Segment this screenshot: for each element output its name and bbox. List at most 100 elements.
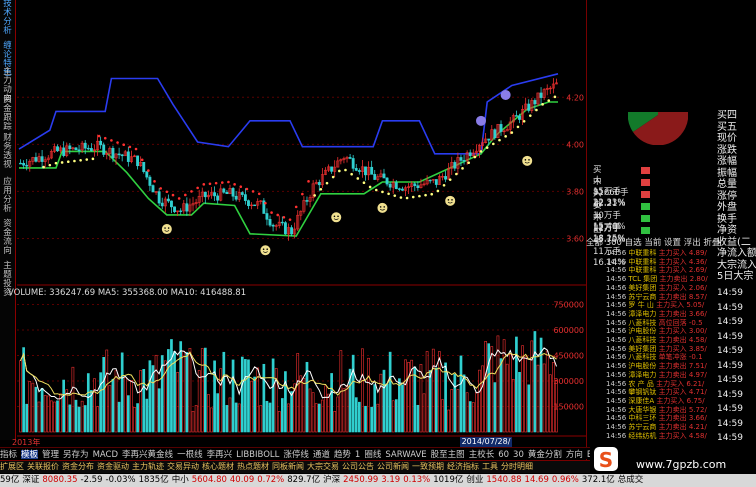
volume-bar bbox=[308, 388, 312, 433]
volume-bar bbox=[475, 392, 478, 433]
sar-dot bbox=[485, 146, 489, 149]
indicator-tab[interactable]: 30 bbox=[513, 450, 524, 459]
status-item: -0.03% bbox=[105, 475, 136, 485]
indicator-tab[interactable]: 一根线 bbox=[177, 450, 203, 459]
indicator-tab[interactable]: 李再兴黄金线 bbox=[122, 450, 173, 459]
order-size-label: 中 bbox=[593, 177, 602, 187]
indicator-tab[interactable]: 60 bbox=[498, 450, 509, 459]
trade-stock-name[interactable]: 八菱科技 bbox=[628, 319, 658, 327]
indicator-tab[interactable]: 涨停线 bbox=[283, 450, 309, 459]
trade-list[interactable]: 14:56 中联重科 主力买入 4.89/14:56 中联重科 主力买入 4.3… bbox=[606, 249, 720, 441]
trade-stock-name[interactable]: 中科三环 bbox=[628, 414, 658, 422]
quote-label: 买五 bbox=[717, 121, 737, 133]
sar-dot bbox=[301, 192, 304, 196]
volume-bar bbox=[434, 367, 438, 433]
trade-tabs[interactable]: 全部 300 自选 当前 设置 浮出 折叠 bbox=[586, 236, 720, 248]
trade-stock-name[interactable]: 攀钢钒钛 bbox=[628, 388, 658, 396]
indicator-tab[interactable]: 黄金分割 bbox=[528, 450, 562, 459]
trade-stock-name[interactable]: 沪电股份 bbox=[628, 327, 658, 335]
sar-dot bbox=[424, 193, 427, 197]
quote-time: 14:59 bbox=[717, 433, 743, 443]
tool-tab[interactable]: 工具 bbox=[482, 462, 498, 471]
trade-stock-name[interactable]: 八菱科技 bbox=[628, 336, 658, 344]
tool-tab[interactable]: 公司新闻 bbox=[377, 462, 409, 471]
sidebar-item[interactable]: 资金流向 bbox=[1, 220, 14, 256]
tool-tab[interactable]: 大宗交易 bbox=[307, 462, 339, 471]
indicator-tab[interactable]: 方向 bbox=[566, 450, 583, 459]
volume-bar bbox=[311, 392, 315, 433]
trade-stock-name[interactable]: 美好集团 bbox=[628, 284, 658, 292]
status-item: 40.09 bbox=[229, 475, 255, 485]
quote-label: 总量 bbox=[717, 179, 737, 190]
volume-bar bbox=[262, 363, 266, 433]
indicator-tab[interactable]: 指标 bbox=[0, 450, 17, 459]
indicator-tab[interactable]: LIBBIBOLL bbox=[236, 450, 279, 459]
indicator-tab[interactable]: 股至主图 bbox=[431, 450, 465, 459]
sidebar-item[interactable]: 财务透视 bbox=[1, 134, 14, 170]
trade-stock-name[interactable]: 八菱科技 bbox=[628, 353, 658, 361]
chart-area[interactable]: 4.20 4.00 3.80 3.60 750000 600000 450000 300000… bbox=[17, 0, 586, 437]
trade-time: 14:56 bbox=[606, 249, 629, 257]
kline-chart[interactable]: 4.20 4.00 3.80 3.60 750000 600000 450000 300000… bbox=[17, 0, 586, 437]
volume-bar bbox=[327, 393, 330, 433]
indicator-tab[interactable]: 1 bbox=[355, 450, 360, 459]
sar-dot bbox=[196, 186, 199, 190]
trade-stock-name[interactable]: 罗 牛 山 bbox=[628, 301, 656, 309]
indicator-tab[interactable]: MACD bbox=[93, 450, 118, 459]
candle-body bbox=[290, 227, 294, 235]
trade-stock-name[interactable]: 沪电股份 bbox=[628, 362, 658, 370]
volume-bar bbox=[247, 359, 250, 433]
volume-bar bbox=[407, 361, 410, 433]
tool-tab[interactable]: 扩展区 bbox=[0, 462, 24, 471]
indicator-tab[interactable]: 模板 bbox=[21, 450, 39, 459]
trade-stock-name[interactable]: 中联重科 bbox=[628, 249, 658, 257]
candle-body bbox=[77, 149, 81, 151]
trade-stock-name[interactable]: 苏宁云商 bbox=[628, 293, 658, 301]
indicator-tab[interactable]: 通道 bbox=[313, 450, 330, 459]
sidebar-item[interactable]: 资金跟踪 bbox=[1, 96, 14, 132]
indicator-tab[interactable]: 趋势 bbox=[334, 450, 351, 459]
indicator-tabs-bar[interactable]: 指标 模板 管理 另存为 MACD 李再兴黄金线 一根线 李再兴 LIBBIBOLL 涨停线 通道趋… bbox=[0, 447, 590, 459]
trade-stock-name[interactable]: 中联重科 bbox=[628, 258, 658, 266]
quote-time: 14:59 bbox=[717, 288, 743, 298]
trade-stock-name[interactable]: 漳泽电力 bbox=[628, 371, 658, 379]
tool-tab[interactable]: 经济指标 bbox=[447, 462, 479, 471]
sar-dot bbox=[251, 190, 255, 193]
trade-stock-name[interactable]: 经纬纺机 bbox=[628, 432, 658, 440]
indicator-tab[interactable]: SARWAVE bbox=[385, 450, 426, 459]
trade-stock-name[interactable]: 苏宁云商 bbox=[628, 423, 658, 431]
tool-tabs-bar[interactable]: 扩展区 关联报价 资金分布 资金驱动 主力轨迹 交易异动 核心题材 热点题材 同板新闻 大宗交易公… bbox=[0, 460, 590, 473]
tool-tab[interactable]: 公司公告 bbox=[342, 462, 374, 471]
smiley-icon bbox=[260, 245, 271, 256]
trade-stock-name[interactable]: 中联重科 bbox=[628, 266, 658, 274]
trade-stock-name[interactable]: 大唐华银 bbox=[628, 406, 658, 414]
trade-stock-name[interactable]: 美好集团 bbox=[628, 345, 658, 353]
trade-stock-name[interactable]: TCL 集团 bbox=[628, 275, 659, 283]
tool-tab[interactable]: 核心题材 bbox=[202, 462, 234, 471]
tool-tab[interactable]: 资金驱动 bbox=[97, 462, 129, 471]
indicator-tab[interactable]: 圈线 bbox=[364, 450, 381, 459]
tool-tab[interactable]: 热点题材 bbox=[237, 462, 269, 471]
indicator-tab[interactable]: 主校长 bbox=[469, 450, 495, 459]
tool-tab[interactable]: 交易异动 bbox=[167, 462, 199, 471]
sar-dot bbox=[66, 160, 70, 164]
tool-tab[interactable]: 关联报价 bbox=[27, 462, 59, 471]
sidebar-item[interactable]: 应用分析 bbox=[1, 178, 14, 214]
trade-stock-name[interactable]: 农 产 品 bbox=[628, 380, 656, 388]
volume-bar bbox=[314, 403, 318, 433]
candle-body bbox=[19, 162, 22, 165]
tool-tab[interactable]: 主力轨迹 bbox=[132, 462, 164, 471]
tool-tab[interactable]: 资金分布 bbox=[62, 462, 94, 471]
tool-tab[interactable]: 分时明细 bbox=[501, 462, 533, 471]
indicator-tab[interactable]: 李再兴 bbox=[207, 450, 233, 459]
tool-tab[interactable]: 同板新闻 bbox=[272, 462, 304, 471]
trade-stock-name[interactable]: 漳泽电力 bbox=[628, 310, 658, 318]
tool-tab[interactable]: 一致预期 bbox=[412, 462, 444, 471]
trade-row[interactable]: 14:56 经纬纺机 主力买入 4.58/ bbox=[606, 432, 720, 441]
sar-dot bbox=[202, 183, 206, 186]
trade-action: 主力买入 bbox=[656, 396, 687, 405]
indicator-tab[interactable]: 管理 bbox=[42, 450, 59, 459]
sidebar-item[interactable]: 技术分析 bbox=[1, 0, 14, 36]
trade-stock-name[interactable]: 深康佳A bbox=[628, 397, 656, 405]
indicator-tab[interactable]: 另存为 bbox=[63, 450, 89, 459]
